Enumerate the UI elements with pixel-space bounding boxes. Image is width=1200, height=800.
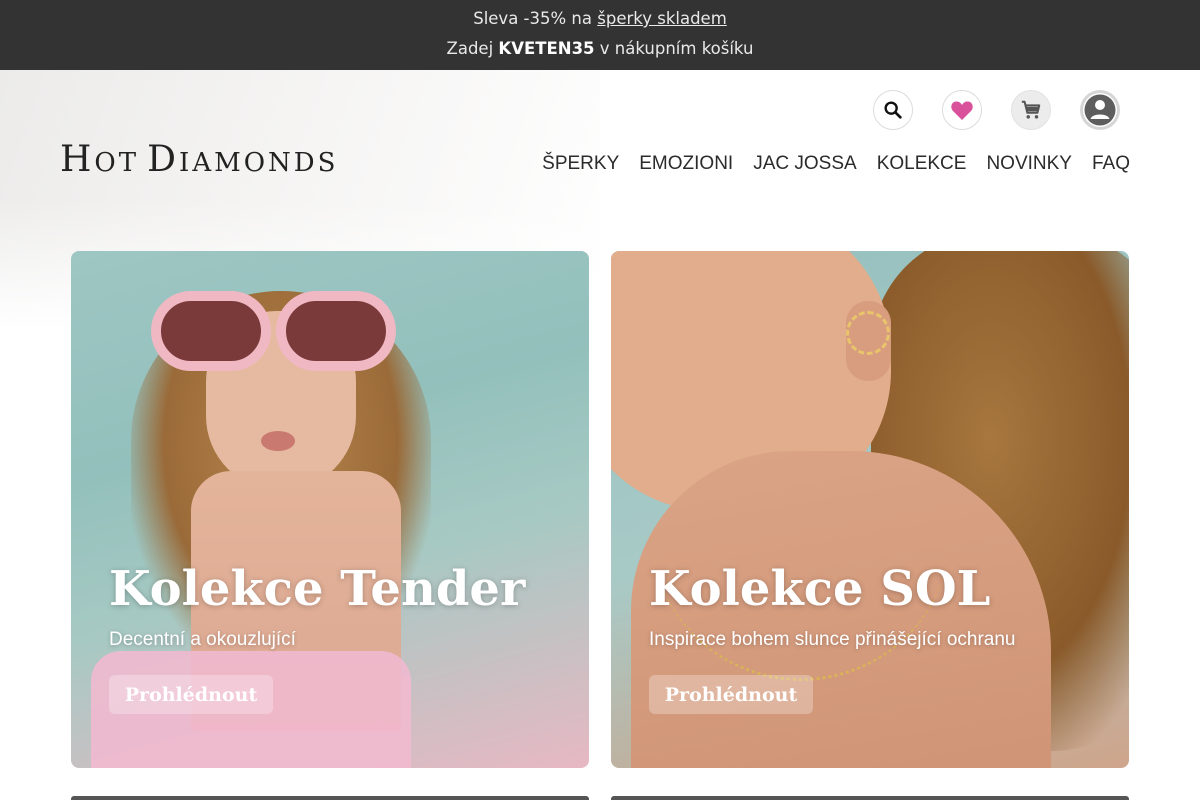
- collection-card-sol[interactable]: Kolekce SOL Inspirace bohem slunce přiná…: [611, 251, 1129, 768]
- account-button[interactable]: [1080, 90, 1120, 130]
- card-subtitle-tender: Decentní a okouzlující: [109, 629, 296, 650]
- view-button-tender[interactable]: Prohlédnout: [109, 675, 273, 714]
- promo-stock-jewelry-link[interactable]: šperky skladem: [597, 9, 727, 28]
- promo-line-discount: Sleva -35% na šperky skladem: [0, 9, 1200, 28]
- view-button-sol[interactable]: Prohlédnout: [649, 675, 813, 714]
- main-navigation: ŠPERKY EMOZIONI JAC JOSSA KOLEKCE NOVINK…: [542, 153, 1130, 175]
- wishlist-button[interactable]: [942, 90, 982, 130]
- promo-code-suffix: v nákupním košíku: [594, 39, 754, 58]
- nav-item-emozioni[interactable]: EMOZIONI: [639, 153, 733, 175]
- collection-card-tender[interactable]: Kolekce Tender Decentní a okouzlující Pr…: [71, 251, 589, 768]
- card-title-tender: Kolekce Tender: [109, 561, 526, 617]
- brand-logo[interactable]: HOT DIAMONDS: [60, 139, 338, 180]
- collection-card-next-left[interactable]: [71, 796, 589, 800]
- collection-card-next-right[interactable]: [611, 796, 1129, 800]
- cart-icon: [1021, 100, 1041, 119]
- promo-bar: Sleva -35% na šperky skladem Zadej KVETE…: [0, 0, 1200, 70]
- heart-icon: [951, 101, 973, 120]
- cart-button[interactable]: [1011, 90, 1051, 130]
- promo-code-prefix: Zadej: [446, 39, 499, 58]
- promo-discount-text: Sleva -35% na: [473, 9, 598, 28]
- search-button[interactable]: [873, 90, 913, 130]
- nav-item-new[interactable]: NOVINKY: [986, 153, 1072, 175]
- card-title-sol: Kolekce SOL: [649, 561, 991, 617]
- nav-item-jewelry[interactable]: ŠPERKY: [542, 153, 619, 175]
- search-icon: [884, 101, 902, 119]
- nav-item-collections[interactable]: KOLEKCE: [877, 153, 967, 175]
- promo-line-code: Zadej KVETEN35 v nákupním košíku: [0, 39, 1200, 58]
- nav-item-jac-jossa[interactable]: JAC JOSSA: [753, 153, 856, 175]
- user-icon: [1083, 93, 1117, 127]
- card-subtitle-sol: Inspirace bohem slunce přinášející ochra…: [649, 629, 1016, 650]
- nav-item-faq[interactable]: FAQ: [1092, 153, 1130, 175]
- promo-code: KVETEN35: [498, 39, 595, 58]
